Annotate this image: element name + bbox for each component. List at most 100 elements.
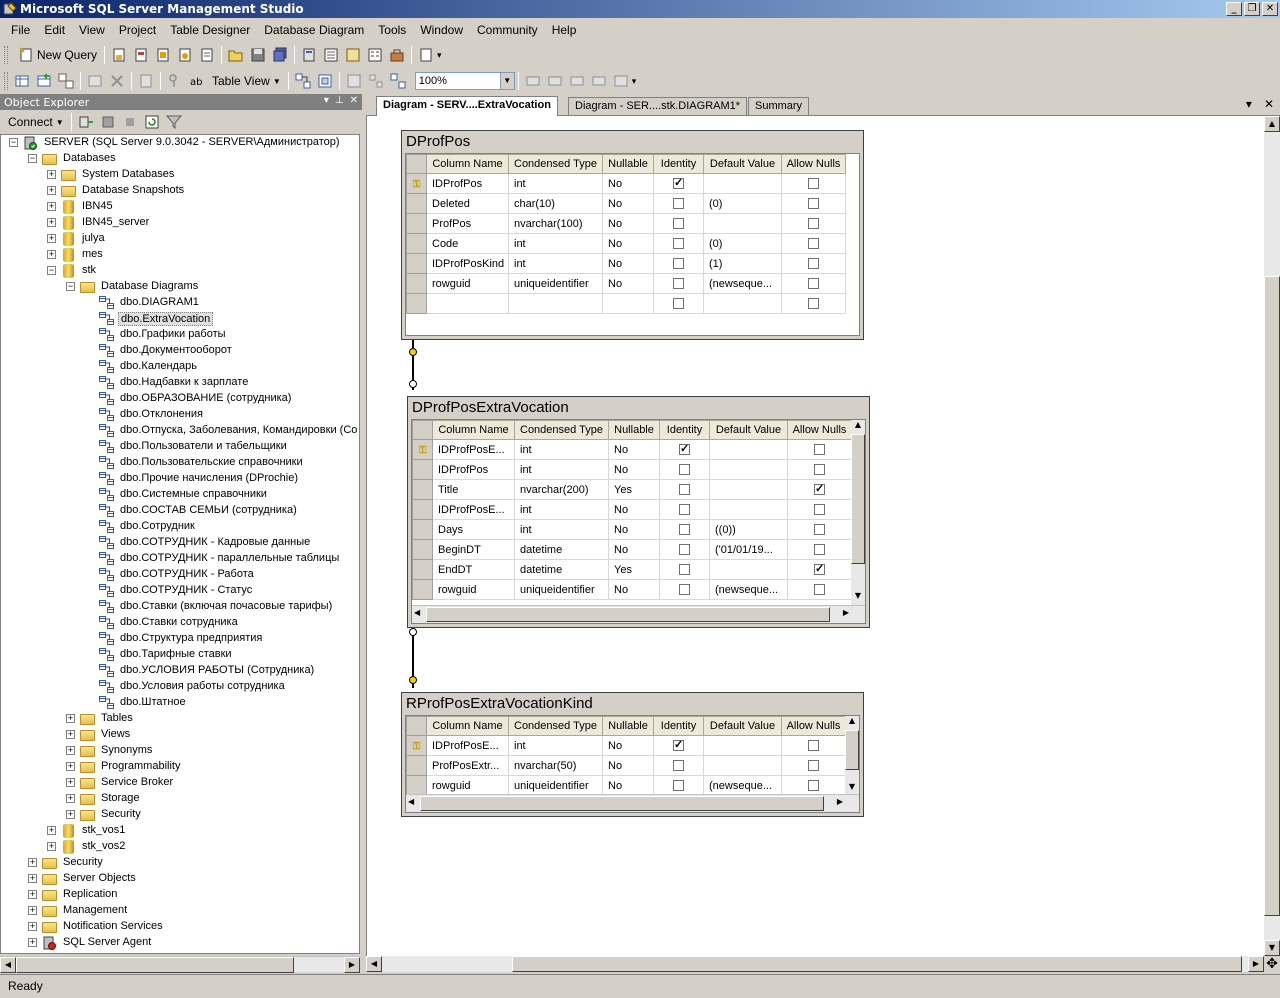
condensed-type-cell[interactable]: int — [514, 519, 609, 540]
table-row[interactable]: Deleted char(10) No (0) — [406, 193, 846, 214]
row-selector-header[interactable] — [406, 716, 427, 736]
tree-node-server-folder[interactable]: + Security — [1, 855, 359, 871]
row-selector[interactable] — [406, 775, 427, 796]
row-selector[interactable] — [412, 479, 433, 500]
identity-cell[interactable] — [659, 519, 710, 540]
identity-checkbox[interactable] — [679, 484, 690, 496]
dmx-query-icon[interactable] — [177, 47, 193, 63]
identity-cell[interactable] — [659, 499, 710, 520]
edit-table-names-icon[interactable]: ab — [189, 73, 205, 89]
column-header[interactable]: Identity — [659, 420, 710, 440]
chevron-down-icon[interactable]: ▼ — [499, 73, 514, 89]
column-name-cell[interactable]: IDProfPos — [426, 173, 509, 194]
allow-nulls-checkbox[interactable] — [814, 482, 825, 496]
allow-nulls-checkbox[interactable] — [808, 780, 819, 792]
condensed-type-cell[interactable]: int — [508, 233, 603, 254]
allow-nulls-checkbox[interactable] — [808, 258, 819, 270]
xmla-query-icon[interactable] — [199, 47, 215, 63]
toolbar-overflow-icon[interactable]: ▾ — [632, 76, 637, 87]
xml-icon[interactable] — [591, 73, 607, 89]
manage-indexes-icon[interactable] — [613, 73, 629, 89]
table-view-dropdown[interactable]: Table View ▼ — [208, 70, 285, 92]
allow-nulls-checkbox[interactable] — [814, 562, 825, 576]
menu-project[interactable]: Project — [112, 21, 163, 39]
tree-node-diagram[interactable]: dbo.Сотрудник — [1, 519, 359, 535]
column-name-cell[interactable]: Days — [432, 519, 515, 540]
row-selector[interactable] — [406, 273, 427, 294]
scroll-right-icon[interactable]: ▶ — [344, 957, 360, 973]
scrollbar-thumb[interactable] — [426, 607, 830, 622]
allow-nulls-cell[interactable] — [781, 233, 846, 254]
nullable-cell[interactable]: No — [602, 193, 654, 214]
tree-node-stk-folder[interactable]: + Storage — [1, 791, 359, 807]
canvas-vertical-scrollbar[interactable]: ▲ ▼ — [1264, 116, 1280, 956]
scrollbar-thumb[interactable] — [851, 434, 865, 564]
tree-node-system-databases[interactable]: + System Databases — [1, 167, 359, 183]
tree-node-diagram[interactable]: dbo.Пользователи и табельщики — [1, 439, 359, 455]
table-row[interactable]: IDProfPosE... int No — [412, 499, 852, 520]
expand-icon[interactable]: + — [66, 714, 75, 723]
row-selector-header[interactable] — [412, 420, 433, 440]
stop-icon[interactable] — [122, 114, 138, 130]
table-row[interactable]: EndDT datetime Yes — [412, 559, 852, 580]
allow-nulls-cell[interactable] — [781, 213, 846, 234]
add-related-tables-icon[interactable] — [58, 73, 74, 89]
allow-nulls-cell[interactable] — [787, 479, 852, 500]
column-name-cell[interactable]: IDProfPosE... — [432, 439, 515, 460]
default-value-cell[interactable]: (newseque... — [703, 273, 782, 294]
allow-nulls-checkbox[interactable] — [814, 524, 825, 536]
scrollbar-thumb[interactable] — [420, 796, 824, 811]
menu-help[interactable]: Help — [545, 21, 584, 39]
allow-nulls-cell[interactable] — [787, 579, 852, 600]
condensed-type-cell[interactable]: uniqueidentifier — [508, 775, 603, 796]
column-name-cell[interactable]: rowguid — [432, 579, 515, 600]
identity-checkbox[interactable] — [679, 544, 690, 556]
navigate-diagram-icon[interactable]: ✥ — [1264, 956, 1280, 972]
tree-node-diagram[interactable]: dbo.Календарь — [1, 359, 359, 375]
scroll-left-icon[interactable]: ◀ — [0, 957, 16, 973]
table-row[interactable]: rowguid uniqueidentifier No (newseque... — [406, 775, 846, 796]
nullable-cell[interactable]: Yes — [608, 559, 660, 580]
default-value-cell[interactable]: (newseque... — [709, 579, 788, 600]
column-header[interactable]: Column Name — [432, 420, 515, 440]
close-icon[interactable]: ✕ — [350, 95, 358, 106]
condensed-type-cell[interactable]: int — [514, 499, 609, 520]
default-value-cell[interactable] — [703, 173, 782, 194]
tree-node-database-diagrams[interactable]: − Database Diagrams — [1, 279, 359, 295]
column-name-cell[interactable]: EndDT — [432, 559, 515, 580]
tree-node-diagram[interactable]: dbo.Графики работы — [1, 327, 359, 343]
tree-node-server-folder[interactable]: + SQL Server Agent — [1, 935, 359, 951]
expand-icon[interactable]: + — [66, 762, 75, 771]
allow-nulls-checkbox[interactable] — [814, 444, 825, 456]
delete-tables-icon[interactable] — [87, 73, 103, 89]
row-selector[interactable] — [412, 579, 433, 600]
active-files-dropdown-icon[interactable]: ▾ — [1246, 97, 1252, 111]
remove-from-diagram-icon[interactable] — [109, 73, 125, 89]
identity-cell[interactable] — [653, 775, 704, 796]
allow-nulls-checkbox[interactable] — [808, 760, 819, 772]
table-row[interactable]: Title nvarchar(200) Yes — [412, 479, 852, 500]
tree-node-diagram[interactable]: dbo.СОТРУДНИК - Работа — [1, 567, 359, 583]
tree-node-server-folder[interactable]: + Replication — [1, 887, 359, 903]
nullable-cell[interactable]: Yes — [608, 479, 660, 500]
scroll-left-icon[interactable]: ◀ — [414, 608, 420, 617]
expand-icon[interactable]: + — [47, 186, 56, 195]
allow-nulls-checkbox[interactable] — [808, 298, 819, 310]
column-header[interactable]: Allow Nulls — [781, 716, 846, 736]
menu-community[interactable]: Community — [470, 21, 545, 39]
column-name-cell[interactable]: rowguid — [426, 273, 509, 294]
allow-nulls-cell[interactable] — [787, 439, 852, 460]
condensed-type-cell[interactable]: int — [508, 735, 603, 756]
menu-window[interactable]: Window — [413, 21, 470, 39]
expand-icon[interactable]: + — [47, 842, 56, 851]
expand-icon[interactable]: + — [28, 938, 37, 947]
expand-icon[interactable]: + — [66, 810, 75, 819]
tree-node-diagram[interactable]: dbo.Штатное — [1, 695, 359, 711]
table-row[interactable]: ⚿ IDProfPosE... int No — [406, 735, 846, 756]
tree-node-db-stk[interactable]: − stk — [1, 263, 359, 279]
expand-icon[interactable]: + — [28, 922, 37, 931]
tree-node-stk-folder[interactable]: + Service Broker — [1, 775, 359, 791]
default-value-cell[interactable] — [703, 213, 782, 234]
identity-checkbox[interactable] — [673, 760, 684, 772]
arrange-selection-icon[interactable] — [317, 73, 333, 89]
